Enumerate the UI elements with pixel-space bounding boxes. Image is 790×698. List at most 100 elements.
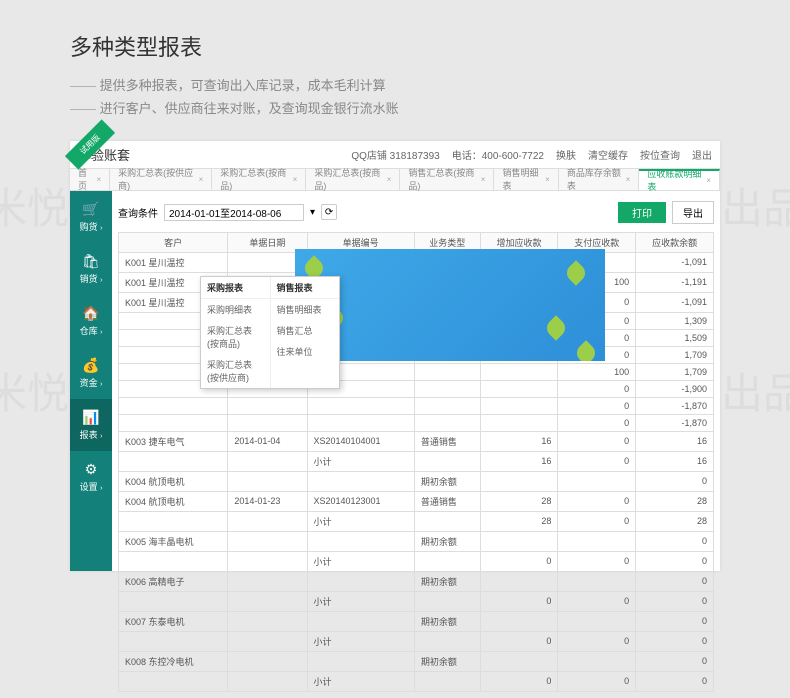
close-icon[interactable]: ×	[293, 175, 298, 184]
cell	[414, 671, 480, 691]
table-row[interactable]: K003 捷车电气2014-01-04XS20140104001普通销售1601…	[119, 431, 714, 451]
table-row[interactable]: K005 海丰晶电机期初余额0	[119, 531, 714, 551]
page-header: 多种类型报表 —— 提供多种报表，可查询出入库记录，成本毛利计算 —— 进行客户…	[0, 0, 790, 141]
cell	[414, 397, 480, 414]
cell: 16	[480, 451, 558, 471]
sidebar-item[interactable]: 🛍销货 ›	[70, 243, 112, 295]
popup-item[interactable]: 采购汇总表(按商品)	[201, 320, 270, 354]
sidebar-item[interactable]: 🏠仓库 ›	[70, 295, 112, 347]
tab[interactable]: 采购汇总表(按供应商)×	[110, 169, 212, 190]
cell: 0	[558, 671, 636, 691]
cell: 0	[636, 551, 714, 571]
popup-item[interactable]: 采购明细表	[201, 299, 270, 320]
cell	[307, 414, 414, 431]
filter-label: 查询条件	[118, 205, 158, 220]
popup-item[interactable]: 采购汇总表(按供应商)	[201, 354, 270, 388]
tab[interactable]: 商品库存余额表×	[559, 169, 640, 190]
cell	[119, 591, 228, 611]
link-query[interactable]: 按位查询	[640, 147, 680, 162]
cell: 0	[636, 571, 714, 591]
cell: XS20140123001	[307, 491, 414, 511]
table-row[interactable]: 小计16016	[119, 451, 714, 471]
date-range-input[interactable]	[164, 204, 304, 221]
cell	[558, 471, 636, 491]
table-row[interactable]: 小计000	[119, 551, 714, 571]
popup-item[interactable]: 往来单位	[271, 341, 340, 362]
cell: 0	[636, 631, 714, 651]
table-row[interactable]: K004 航顶电机2014-01-23XS20140123001普通销售2802…	[119, 491, 714, 511]
tab[interactable]: 采购汇总表(按商品)×	[306, 169, 400, 190]
link-clear[interactable]: 清空缓存	[588, 147, 628, 162]
sidebar-item[interactable]: 🛒购货 ›	[70, 191, 112, 243]
cell: -1,870	[636, 414, 714, 431]
cell: 1,709	[636, 363, 714, 380]
cell: 0	[480, 671, 558, 691]
dropdown-icon[interactable]: ▾	[310, 207, 315, 218]
table-row[interactable]: K008 东控冷电机期初余额0	[119, 651, 714, 671]
close-icon[interactable]: ×	[545, 175, 550, 184]
popup-header-sales: 销售报表	[271, 277, 340, 299]
tab[interactable]: 采购汇总表(按商品)×	[212, 169, 306, 190]
cell	[558, 571, 636, 591]
close-icon[interactable]: ×	[481, 175, 486, 184]
table-row[interactable]: 0-1,870	[119, 397, 714, 414]
table-row[interactable]: 小计000	[119, 631, 714, 651]
print-button[interactable]: 打印	[618, 202, 666, 223]
tab[interactable]: 应收账款明细表×	[639, 169, 720, 190]
sidebar-icon: 📊	[70, 409, 112, 426]
table-row[interactable]: 小计000	[119, 671, 714, 691]
close-icon[interactable]: ×	[626, 175, 631, 184]
sidebar-item[interactable]: 💰资金 ›	[70, 347, 112, 399]
link-exit[interactable]: 退出	[692, 147, 712, 162]
cell	[119, 451, 228, 471]
sidebar-icon: 🛍	[70, 253, 112, 270]
refresh-icon[interactable]: ⟳	[321, 204, 337, 220]
tab[interactable]: 销售明细表×	[494, 169, 558, 190]
sidebar-item[interactable]: 📊报表 ›	[70, 399, 112, 451]
cell	[307, 471, 414, 491]
cell: 28	[636, 511, 714, 531]
close-icon[interactable]: ×	[199, 175, 204, 184]
sidebar-item[interactable]: ⚙设置 ›	[70, 451, 112, 503]
column-header[interactable]: 应收款余额	[636, 232, 714, 252]
cell: K008 东控冷电机	[119, 651, 228, 671]
cell: -1,870	[636, 397, 714, 414]
popup-item[interactable]: 销售明细表	[271, 299, 340, 320]
app-window: 试用版 体验账套 QQ店铺 318187393 电话：400-600-7722 …	[70, 141, 720, 571]
decorative-overlay	[295, 249, 605, 361]
tab[interactable]: 销售汇总表(按商品)×	[400, 169, 494, 190]
column-header[interactable]: 客户	[119, 232, 228, 252]
sidebar-icon: 🏠	[70, 305, 112, 322]
cell	[480, 380, 558, 397]
export-button[interactable]: 导出	[672, 201, 714, 224]
cell: 16	[636, 431, 714, 451]
cell	[414, 551, 480, 571]
table-row[interactable]: K006 高精电子期初余额0	[119, 571, 714, 591]
cell: 小计	[307, 591, 414, 611]
link-skin[interactable]: 换肤	[556, 147, 576, 162]
cell: 期初余额	[414, 571, 480, 591]
cell	[228, 397, 307, 414]
popup-item[interactable]: 销售汇总	[271, 320, 340, 341]
table-row[interactable]: 小计000	[119, 591, 714, 611]
cell: 小计	[307, 451, 414, 471]
table-row[interactable]: K007 东泰电机期初余额0	[119, 611, 714, 631]
table-row[interactable]: 0-1,870	[119, 414, 714, 431]
cell: 小计	[307, 511, 414, 531]
cell	[228, 651, 307, 671]
cell: 0	[480, 551, 558, 571]
table-row[interactable]: 小计28028	[119, 511, 714, 531]
cell: 0	[558, 431, 636, 451]
close-icon[interactable]: ×	[706, 176, 711, 185]
cell: 期初余额	[414, 531, 480, 551]
close-icon[interactable]: ×	[96, 175, 101, 184]
cell: 28	[480, 491, 558, 511]
cell	[307, 397, 414, 414]
table-row[interactable]: K004 航顶电机期初余额0	[119, 471, 714, 491]
cell: 1,709	[636, 346, 714, 363]
close-icon[interactable]: ×	[387, 175, 392, 184]
page-subtitle-2: —— 进行客户、供应商往来对账，及查询现金银行流水账	[70, 97, 720, 120]
cell: 0	[558, 511, 636, 531]
cell: K001 星川温控	[119, 252, 228, 272]
tab[interactable]: 首页×	[70, 169, 110, 190]
